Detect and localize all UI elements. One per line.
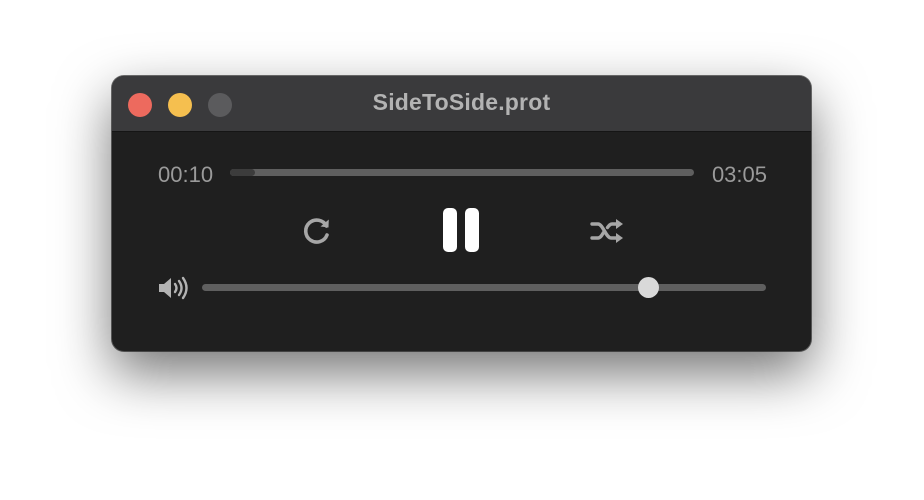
elapsed-time: 00:10 <box>158 162 214 187</box>
volume-knob[interactable] <box>637 277 659 298</box>
volume-slider[interactable] <box>202 277 766 298</box>
repeat-icon <box>303 218 329 244</box>
seek-progress <box>230 169 256 176</box>
repeat-button[interactable] <box>298 212 336 250</box>
total-duration: 03:05 <box>711 162 767 187</box>
window-title: SideToSide.prot <box>372 89 551 115</box>
shuffle-icon <box>590 219 623 243</box>
pause-button[interactable] <box>440 206 484 254</box>
seek-slider[interactable] <box>230 169 694 176</box>
shuffle-button[interactable] <box>588 214 626 248</box>
speaker-volume-icon[interactable] <box>156 274 192 302</box>
title-bar[interactable]: SideToSide.prot <box>112 76 811 132</box>
player-window: SideToSide.prot 00:10 03:05 <box>112 76 811 351</box>
